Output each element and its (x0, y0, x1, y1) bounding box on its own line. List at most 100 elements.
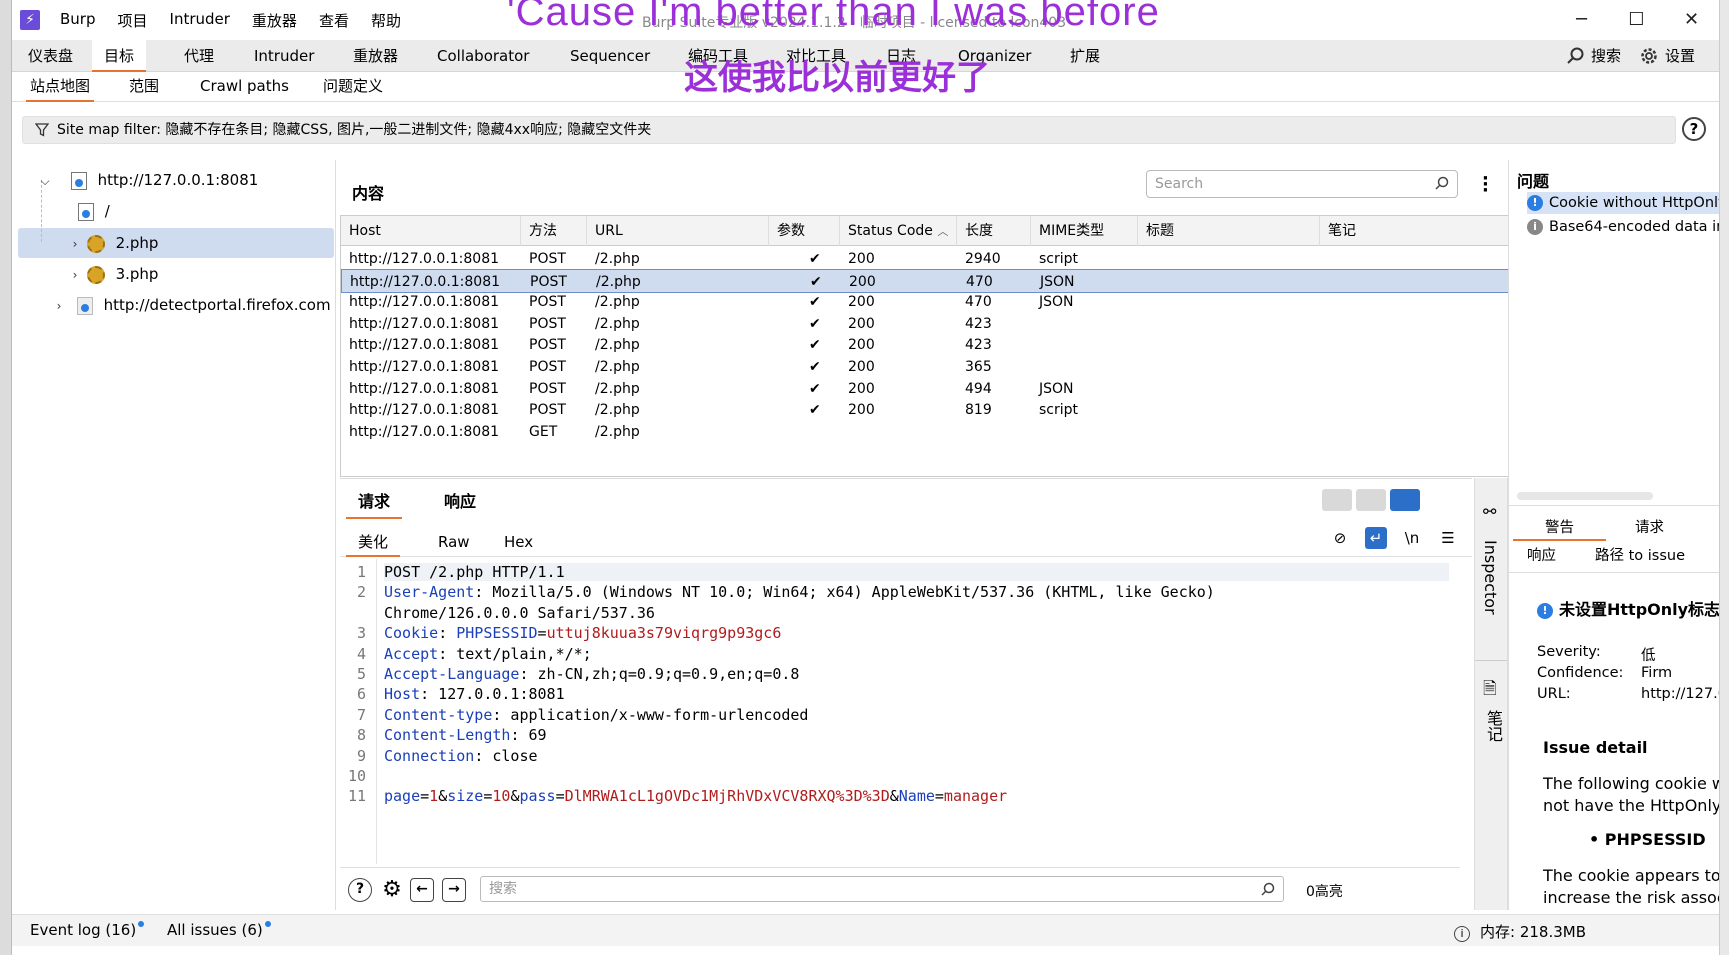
tab-dashboard[interactable]: 仪表盘 (28, 40, 73, 72)
split-horizontal-icon[interactable] (1322, 489, 1352, 511)
table-row[interactable]: http://127.0.0.1:8081 POST/2.php ✔ 200 423 (341, 333, 1519, 357)
inspector-tab[interactable]: Inspector (1481, 540, 1500, 615)
tab-scope[interactable]: 范围 (129, 72, 159, 102)
notification-dot (138, 921, 145, 927)
tab-issue-request[interactable]: 请求 (1635, 515, 1664, 541)
menu-burp[interactable]: Burp (60, 10, 96, 31)
tab-target[interactable]: 目标 (92, 40, 147, 72)
notes-tab[interactable]: 笔记 (1481, 710, 1505, 742)
wrap-lines-icon[interactable]: ↵ (1365, 527, 1387, 549)
notes-icon[interactable]: 🗎 (1483, 676, 1497, 705)
arrow-right-icon[interactable]: → (442, 878, 466, 902)
issue-detail-text: not have the HttpOnly flag set: (1543, 796, 1719, 815)
help-icon[interactable]: ? (348, 878, 372, 902)
issue-item[interactable]: ! Cookie without HttpOnly flag set (1527, 192, 1719, 214)
col-method[interactable]: 方法 (521, 216, 587, 246)
all-issues-button[interactable]: All issues (6) (167, 921, 271, 939)
menu-project[interactable]: 项目 (118, 10, 148, 31)
maximize-button[interactable]: ☐ (1609, 0, 1664, 40)
help-icon[interactable]: ? (1682, 117, 1706, 141)
tab-advisory[interactable]: 警告 (1513, 515, 1606, 541)
col-status-code[interactable]: Status Code ︿ (840, 216, 957, 246)
table-row[interactable]: http://127.0.0.1:8081 POST/2.php ✔ 200 2940 s… (341, 247, 1519, 271)
contents-search-input[interactable]: Search (1146, 170, 1458, 198)
gear-icon[interactable]: ⚙ (380, 878, 404, 902)
table-row[interactable]: http://127.0.0.1:8081 POST/2.php ✔ 200 365 (341, 355, 1519, 379)
menu-repeater[interactable]: 重放器 (252, 10, 297, 31)
tree-node-3php[interactable]: › 3.php (68, 259, 158, 289)
close-button[interactable]: ✕ (1664, 0, 1719, 40)
table-cell-url: /2.php (595, 380, 640, 397)
host-icon (76, 296, 93, 315)
settings-button[interactable]: 设置 (1639, 45, 1695, 66)
table-row[interactable]: http://127.0.0.1:8081 POST/2.php ✔ 200 470 JS… (341, 290, 1519, 314)
table-row[interactable]: http://127.0.0.1:8081 POST/2.php ✔ 200 819 sc… (341, 398, 1519, 422)
tab-pretty[interactable]: 美化 (346, 529, 401, 557)
chevron-right-icon[interactable]: › (68, 229, 82, 259)
table-cell-method: GET (529, 423, 558, 440)
site-map-filter-bar[interactable]: Site map filter: 隐藏不存在条目; 隐藏CSS, 图片,一般二进… (22, 116, 1676, 144)
split-vertical-icon[interactable] (1356, 489, 1386, 511)
table-cell-method: POST (529, 402, 566, 419)
table-row[interactable]: http://127.0.0.1:8081 GET/2.php (341, 420, 1519, 444)
issue-appears-text: The cookie appears to contain a session … (1543, 866, 1719, 885)
col-mime[interactable]: MIME类型 (1031, 216, 1138, 246)
tab-raw[interactable]: Raw (438, 529, 470, 557)
tab-proxy[interactable]: 代理 (184, 40, 214, 72)
col-length[interactable]: 长度 (957, 216, 1031, 246)
single-pane-icon[interactable] (1390, 489, 1420, 511)
minimize-button[interactable]: ─ (1554, 0, 1609, 40)
col-host[interactable]: Host (341, 216, 521, 246)
more-options-icon[interactable]: · · · (1482, 170, 1489, 200)
hide-eye-icon[interactable]: ⊘ (1329, 527, 1351, 549)
table-cell-method: POST (529, 294, 566, 311)
menu-intruder[interactable]: Intruder (170, 10, 230, 31)
chevron-down-icon[interactable]: ⌵ (38, 166, 52, 196)
inspector-icon[interactable]: ⚯ (1483, 502, 1496, 521)
table-row[interactable]: http://127.0.0.1:8081 POST/2.php ✔ 200 470 JS… (341, 268, 1519, 293)
editor-search-input[interactable]: 搜索 (480, 876, 1284, 902)
table-row[interactable]: http://127.0.0.1:8081 POST/2.php ✔ 200 423 (341, 312, 1519, 336)
chevron-right-icon[interactable]: › (68, 260, 82, 290)
url-value[interactable]: http://127.0.0.1:8081/2.php (1641, 686, 1719, 702)
tree-node-2php[interactable]: › 2.php (68, 228, 158, 258)
menu-icon[interactable]: ☰ (1437, 527, 1459, 549)
menu-help[interactable]: 帮助 (371, 10, 401, 31)
tab-crawl-paths[interactable]: Crawl paths (200, 72, 289, 102)
tab-repeater[interactable]: 重放器 (353, 40, 398, 72)
event-log-button[interactable]: Event log (16) (30, 921, 145, 939)
tab-issue-response[interactable]: 响应 (1527, 543, 1556, 569)
line-number: 3 (356, 624, 366, 643)
tab-collaborator[interactable]: Collaborator (437, 40, 529, 72)
chevron-right-icon[interactable]: › (52, 291, 66, 321)
tree-node-root[interactable]: ⌵ http://127.0.0.1:8081 (38, 165, 258, 195)
tab-path-to-issue[interactable]: 路径 to issue (1595, 543, 1685, 569)
menu-view[interactable]: 查看 (319, 10, 349, 31)
issue-item[interactable]: i Base64-encoded data in parameter (1527, 216, 1719, 238)
tab-sequencer[interactable]: Sequencer (570, 40, 650, 72)
arrow-left-icon[interactable]: ← (410, 878, 434, 902)
col-notes[interactable]: 笔记 (1320, 216, 1520, 246)
equals-sign: = (934, 787, 944, 806)
col-title[interactable]: 标题 (1138, 216, 1320, 246)
col-url[interactable]: URL (587, 216, 769, 246)
table-cell-host: http://127.0.0.1:8081 (349, 337, 500, 354)
tab-site-map[interactable]: 站点地图 (26, 72, 95, 102)
global-search-button[interactable]: 搜索 (1567, 45, 1621, 66)
newline-toggle[interactable]: \n (1401, 527, 1423, 549)
search-icon (1567, 47, 1584, 64)
tab-extensions[interactable]: 扩展 (1070, 40, 1100, 72)
tree-node-detectportal[interactable]: › http://detectportal.firefox.com (52, 290, 331, 320)
table-cell-status: 200 (848, 402, 875, 419)
request-code-view[interactable]: 1 POST /2.php HTTP/1.1 2 User-Agent: Mozill… (340, 559, 1472, 864)
tab-hex[interactable]: Hex (504, 529, 533, 557)
tab-intruder[interactable]: Intruder (254, 40, 314, 72)
col-params[interactable]: 参数 (769, 216, 840, 246)
highlight-count: 0高亮 (1306, 884, 1343, 900)
tab-response[interactable]: 响应 (444, 489, 476, 519)
table-row[interactable]: http://127.0.0.1:8081 POST/2.php ✔ 200 494 JS… (341, 377, 1519, 401)
issues-scrollbar[interactable] (1517, 492, 1653, 500)
tab-issue-definitions[interactable]: 问题定义 (323, 72, 383, 102)
tab-request[interactable]: 请求 (346, 489, 403, 519)
tree-node-slash[interactable]: / (68, 196, 110, 226)
